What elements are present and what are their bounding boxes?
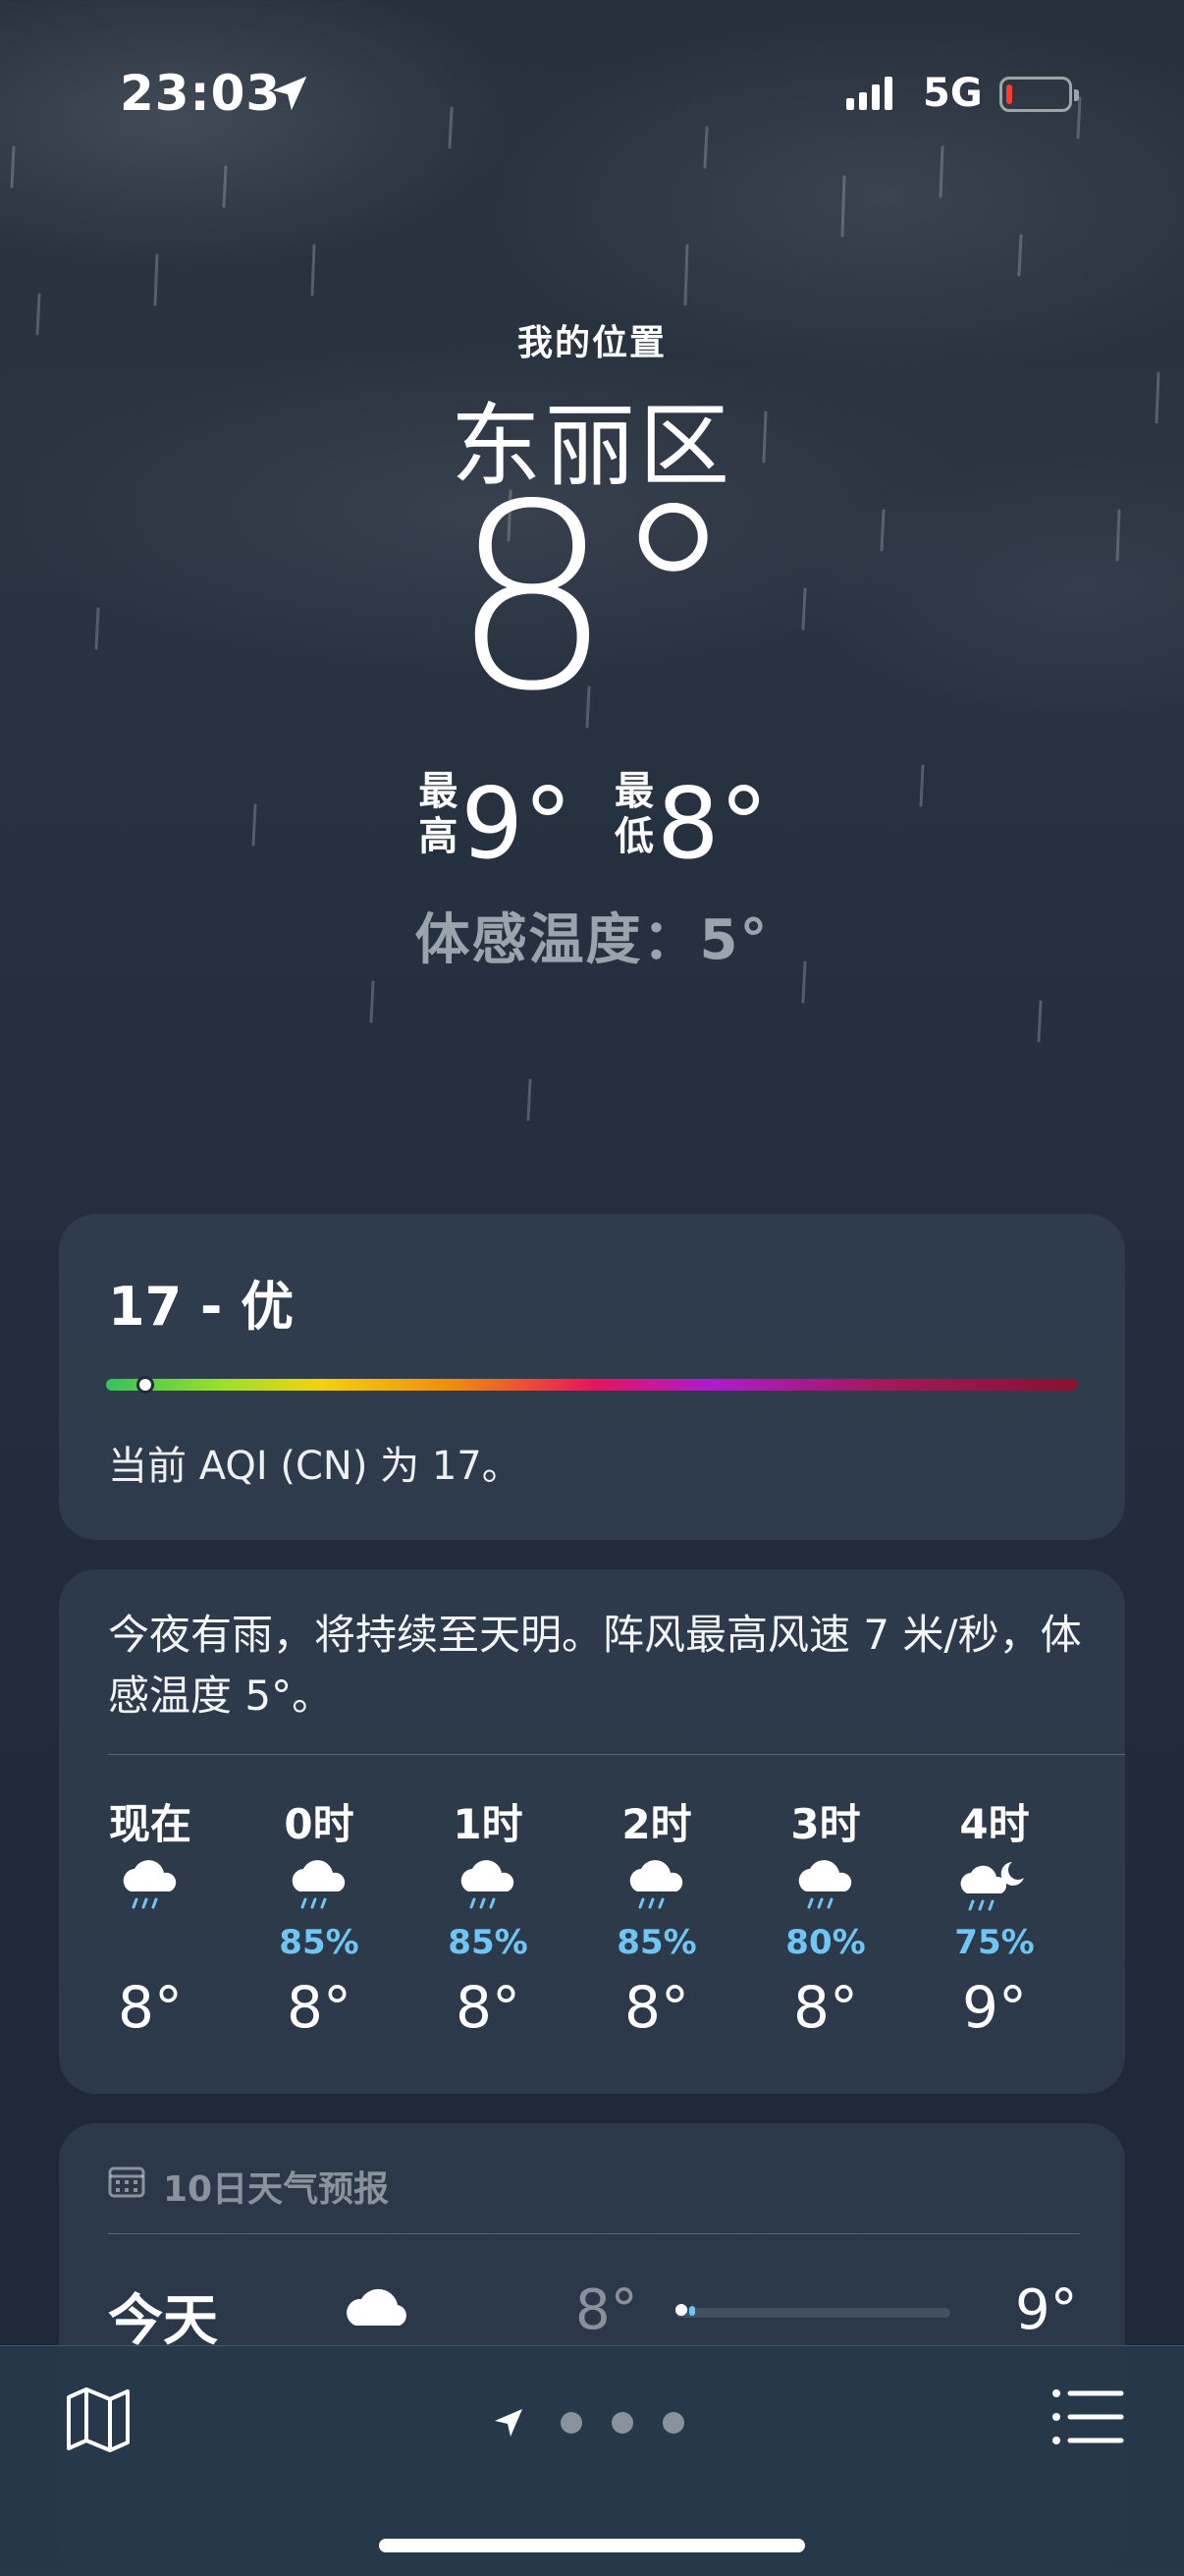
- temp-range-track: [675, 2308, 950, 2318]
- hour-item: 4时 75% 9°: [921, 1791, 1068, 2041]
- low-label: 最低: [615, 769, 654, 859]
- rain-moon-icon: [960, 1862, 1024, 1911]
- bottom-toolbar: [0, 2345, 1184, 2576]
- precip-chance: 85%: [279, 1923, 359, 1962]
- low-temp: 8°: [657, 766, 769, 881]
- precip-chance: 85%: [617, 1923, 697, 1962]
- hour-temp: 8°: [624, 1974, 689, 2041]
- rain-cloud-icon: [123, 1860, 177, 1909]
- hour-label: 4时: [959, 1800, 1030, 1848]
- day-low-temp: 8°: [575, 2278, 638, 2342]
- precip-chance: [77, 1923, 224, 1964]
- hour-temp: 8°: [118, 1974, 183, 2041]
- hour-label: 1时: [453, 1800, 523, 1848]
- hour-temp: 8°: [456, 1974, 520, 2041]
- map-icon[interactable]: [61, 2382, 135, 2456]
- hour-item-partial: 5 6: [1090, 1791, 1125, 1960]
- hour-label: 5: [1090, 1791, 1125, 1846]
- precip-chance: 85%: [448, 1923, 528, 1962]
- aqi-scale-bar: [106, 1376, 1078, 1394]
- divider: [108, 1754, 1125, 1755]
- hour-temp: 8°: [793, 1974, 858, 2041]
- status-time: 23:03: [120, 65, 282, 122]
- list-icon[interactable]: [1050, 2385, 1125, 2448]
- current-temperature: 8°: [451, 451, 736, 747]
- hour-label: 0时: [284, 1800, 354, 1848]
- hour-temp: 8°: [287, 1974, 351, 2041]
- rain-cloud-icon: [460, 1860, 514, 1909]
- my-location-label: 我的位置: [516, 323, 667, 363]
- rain-cloud-icon: [798, 1860, 852, 1909]
- status-bar: 23:03 5G: [0, 0, 1184, 196]
- hourly-forecast-card[interactable]: 今夜有雨，将持续至天明。阵风最高风速 7 米/秒，体感温度 5°。 现在 8° …: [59, 1569, 1125, 2094]
- precip-chance: 80%: [785, 1923, 866, 1962]
- hour-item: 2时 85% 8°: [583, 1791, 730, 2041]
- hourly-summary: 今夜有雨，将持续至天明。阵风最高风速 7 米/秒，体感温度 5°。: [108, 1611, 1082, 1720]
- hour-temp: 9°: [962, 1974, 1027, 2041]
- network-type: 5G: [923, 71, 983, 116]
- ten-day-header: 10日天气预报: [163, 2169, 390, 2210]
- high-low: 最高9° 最低8°: [0, 766, 1184, 881]
- hour-label: 3时: [790, 1800, 861, 1848]
- feels-like: 体感温度：5°: [414, 908, 770, 972]
- hour-item: 现在 8°: [77, 1791, 224, 2041]
- location-arrow-icon: [495, 2409, 522, 2437]
- temp-range-segment: [689, 2306, 695, 2316]
- aqi-description: 当前 AQI (CN) 为 17。: [108, 1444, 521, 1489]
- location-arrow-icon: [272, 76, 307, 111]
- hour-item: 0时 85% 8°: [245, 1791, 393, 2041]
- hour-item: 3时 80% 8°: [752, 1791, 899, 2041]
- hour-item: 1时 85% 8°: [414, 1791, 562, 2041]
- day-label: 今天: [108, 2289, 218, 2353]
- high-label: 最高: [418, 769, 458, 859]
- page-indicator[interactable]: [491, 2397, 697, 2446]
- home-indicator[interactable]: [379, 2539, 805, 2552]
- battery-icon: [999, 77, 1079, 112]
- high-temp: 9°: [460, 766, 572, 881]
- cloud-icon: [347, 2288, 406, 2326]
- calendar-icon: [108, 2166, 145, 2198]
- rain-cloud-icon: [629, 1860, 683, 1909]
- hour-label: 2时: [621, 1800, 692, 1848]
- day-high-temp: 9°: [1015, 2278, 1078, 2342]
- signal-icon: [846, 77, 892, 110]
- rain-cloud-icon: [292, 1860, 346, 1909]
- current-temp-dot: [675, 2304, 687, 2316]
- aqi-card[interactable]: 17 - 优 当前 AQI (CN) 为 17。: [59, 1214, 1125, 1540]
- hourly-list[interactable]: 现在 8° 0时 85% 8° 1时 85% 8° 2时 85% 8° 3时 8…: [106, 1791, 1125, 2066]
- precip-chance: 6: [1090, 1919, 1125, 1960]
- divider: [108, 2233, 1080, 2234]
- hour-label: 现在: [108, 1800, 191, 1848]
- aqi-title: 17 - 优: [108, 1276, 295, 1338]
- precip-chance: 75%: [954, 1923, 1035, 1962]
